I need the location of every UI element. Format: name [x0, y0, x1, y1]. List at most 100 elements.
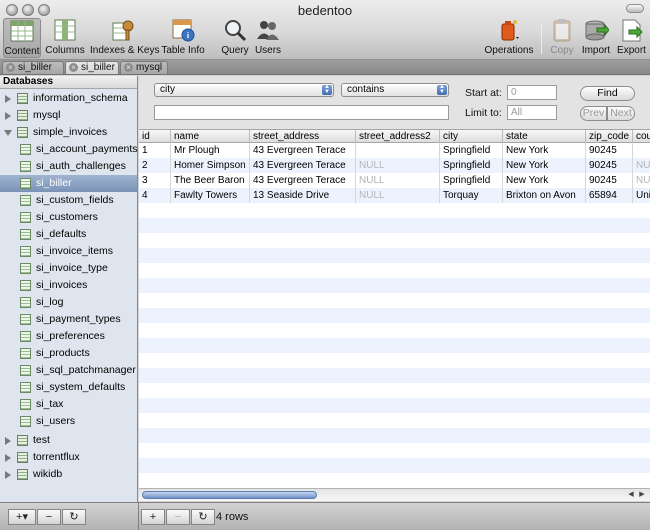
column-header-name[interactable]: name [171, 130, 250, 143]
table-cell[interactable]: New York [503, 173, 586, 188]
sidebar-item-si-invoice-type[interactable]: si_invoice_type [0, 260, 137, 277]
disclosure-triangle-icon[interactable] [5, 95, 11, 103]
table-cell[interactable]: 13 Seaside Drive [250, 188, 356, 203]
table-cell[interactable]: Mr Plough [171, 143, 250, 158]
tab-close-icon[interactable]: × [124, 63, 133, 72]
table-cell[interactable]: NUL [633, 158, 650, 173]
start-at-input[interactable]: 0 [507, 85, 557, 100]
table-cell[interactable]: Unit [633, 188, 650, 203]
operations-button[interactable]: Operations [484, 18, 534, 58]
remove-database-button[interactable]: − [37, 509, 61, 525]
table-cell[interactable]: Springfield [440, 143, 503, 158]
content-table[interactable]: id name street_address street_address2 c… [139, 130, 650, 488]
table-cell[interactable]: NUL [633, 173, 650, 188]
column-header-street-address2[interactable]: street_address2 [356, 130, 440, 143]
table-cell[interactable]: 90245 [586, 143, 633, 158]
sidebar-item-mysql[interactable]: mysql [0, 107, 137, 124]
sidebar-item-information-schema[interactable]: information_schema [0, 90, 137, 107]
table-cell[interactable]: The Beer Baron [171, 173, 250, 188]
indexes-keys-button[interactable]: Indexes & Keys [90, 18, 159, 58]
copy-button[interactable]: Copy [547, 18, 577, 58]
column-header-city[interactable]: city [440, 130, 503, 143]
table-cell[interactable]: New York [503, 143, 586, 158]
sidebar-item-si-invoices[interactable]: si_invoices [0, 277, 137, 294]
prev-button[interactable]: Prev [580, 106, 607, 121]
sidebar-item-si-preferences[interactable]: si_preferences [0, 328, 137, 345]
table-cell[interactable]: NULL [356, 158, 440, 173]
sidebar-item-si-account-payments[interactable]: si_account_payments [0, 141, 137, 158]
sidebar-item-si-payment-types[interactable]: si_payment_types [0, 311, 137, 328]
tab-close-icon[interactable]: × [69, 63, 78, 72]
table-cell[interactable]: 4 [139, 188, 171, 203]
query-button[interactable]: Query [220, 18, 250, 58]
table-cell[interactable]: 43 Evergreen Terace [250, 173, 356, 188]
sidebar-item-si-customers[interactable]: si_customers [0, 209, 137, 226]
sidebar-item-si-system-defaults[interactable]: si_system_defaults [0, 379, 137, 396]
sidebar-item-si-tax[interactable]: si_tax [0, 396, 137, 413]
tab-mysql[interactable]: × mysql [120, 61, 168, 74]
tab-si-biller-2[interactable]: × si_biller [65, 61, 119, 74]
table-cell[interactable]: 43 Evergreen Terace [250, 143, 356, 158]
column-header-country[interactable]: cou [633, 130, 650, 143]
sidebar-item-wikidb[interactable]: wikidb [0, 466, 137, 483]
horizontal-scrollbar[interactable]: ◀ ▶ [139, 488, 650, 501]
table-row[interactable]: 4 Fawlty Towers 13 Seaside Drive NULL To… [139, 188, 650, 203]
disclosure-triangle-icon[interactable] [5, 454, 11, 462]
sidebar-item-si-auth-challenges[interactable]: si_auth_challenges [0, 158, 137, 175]
sidebar-item-si-products[interactable]: si_products [0, 345, 137, 362]
tab-si-biller-1[interactable]: × si_biller [2, 61, 64, 74]
sidebar-item-si-invoice-items[interactable]: si_invoice_items [0, 243, 137, 260]
sidebar-item-si-defaults[interactable]: si_defaults [0, 226, 137, 243]
column-header-zip-code[interactable]: zip_code [586, 130, 633, 143]
sidebar-item-si-biller[interactable]: si_biller [0, 175, 137, 192]
table-cell[interactable]: Fawlty Towers [171, 188, 250, 203]
remove-row-button[interactable]: − [166, 509, 190, 525]
content-button[interactable]: Content [3, 18, 41, 58]
export-button[interactable]: Export [615, 18, 648, 58]
tab-close-icon[interactable]: × [6, 63, 15, 72]
table-row[interactable]: 3 The Beer Baron 43 Evergreen Terace NUL… [139, 173, 650, 188]
sidebar-item-si-log[interactable]: si_log [0, 294, 137, 311]
table-cell[interactable]: NULL [356, 188, 440, 203]
columns-button[interactable]: Columns [44, 18, 86, 58]
table-cell[interactable]: Springfield [440, 173, 503, 188]
table-cell[interactable]: 65894 [586, 188, 633, 203]
table-cell[interactable]: Springfield [440, 158, 503, 173]
table-cell[interactable] [633, 143, 650, 158]
scroll-left-arrow-icon[interactable]: ◀ [626, 490, 636, 500]
table-cell[interactable] [356, 143, 440, 158]
table-cell[interactable]: Torquay [440, 188, 503, 203]
sidebar-item-torrentflux[interactable]: torrentflux [0, 449, 137, 466]
filter-value-input[interactable] [154, 105, 449, 120]
column-header-street-address[interactable]: street_address [250, 130, 356, 143]
pane-splitter[interactable] [138, 503, 139, 530]
import-button[interactable]: Import [580, 18, 612, 58]
column-header-state[interactable]: state [503, 130, 586, 143]
table-cell[interactable]: 90245 [586, 158, 633, 173]
disclosure-triangle-icon[interactable] [5, 471, 11, 479]
table-cell[interactable]: Homer Simpson [171, 158, 250, 173]
find-button[interactable]: Find [580, 86, 635, 101]
table-row[interactable]: 2 Homer Simpson 43 Evergreen Terace NULL… [139, 158, 650, 173]
sidebar-item-si-users[interactable]: si_users [0, 413, 137, 430]
scrollbar-thumb[interactable] [142, 491, 317, 499]
sidebar-item-simple-invoices[interactable]: simple_invoices [0, 124, 137, 141]
refresh-databases-button[interactable]: ↻ [62, 509, 86, 525]
table-cell[interactable]: 3 [139, 173, 171, 188]
table-cell[interactable]: 1 [139, 143, 171, 158]
table-cell[interactable]: NULL [356, 173, 440, 188]
table-cell[interactable]: New York [503, 158, 586, 173]
filter-operator-select[interactable]: contains ▲ ▼ [341, 83, 449, 97]
sidebar-item-test[interactable]: test [0, 432, 137, 449]
disclosure-triangle-icon[interactable] [4, 130, 12, 136]
disclosure-triangle-icon[interactable] [5, 112, 11, 120]
table-cell[interactable]: 2 [139, 158, 171, 173]
users-button[interactable]: Users [253, 18, 283, 58]
add-row-button[interactable]: + [141, 509, 165, 525]
filter-field-select[interactable]: city ▲ ▼ [154, 83, 334, 97]
table-cell[interactable]: 43 Evergreen Terace [250, 158, 356, 173]
table-row[interactable]: 1 Mr Plough 43 Evergreen Terace Springfi… [139, 143, 650, 158]
sidebar-item-si-sql-patchmanager[interactable]: si_sql_patchmanager [0, 362, 137, 379]
sidebar-item-si-custom-fields[interactable]: si_custom_fields [0, 192, 137, 209]
limit-to-input[interactable]: All [507, 105, 557, 120]
